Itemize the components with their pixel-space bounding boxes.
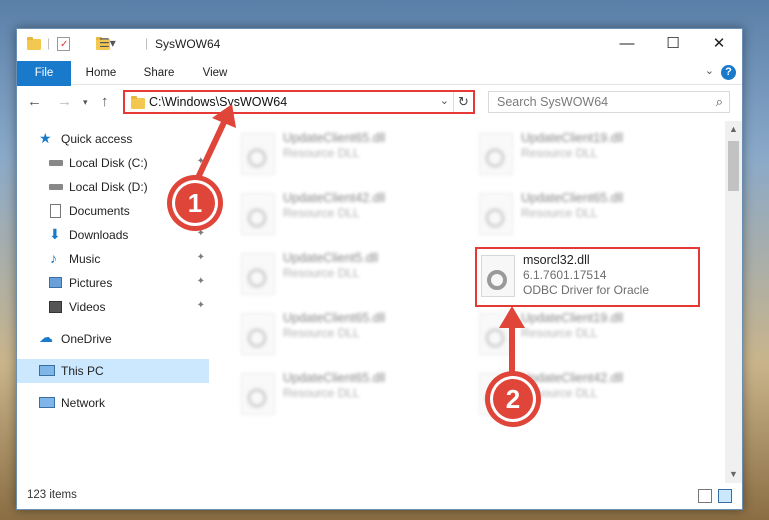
folder-icon — [27, 37, 41, 50]
file-item[interactable]: UpdateClient65.dll Resource DLL — [475, 187, 695, 243]
tab-home[interactable]: Home — [79, 61, 123, 85]
maximize-button[interactable]: ☐ — [650, 29, 696, 61]
dll-file-icon — [241, 193, 275, 235]
sidebar-item-onedrive[interactable]: ☁ OneDrive — [17, 327, 209, 351]
address-path: C:\Windows\SysWOW64 — [149, 95, 288, 109]
pin-icon[interactable]: ✦ — [197, 228, 205, 239]
ribbon-expand-icon[interactable]: ⌄ — [705, 64, 714, 77]
music-note-icon: ♪ — [50, 250, 57, 266]
help-icon[interactable]: ? — [721, 65, 736, 80]
dll-file-icon — [241, 373, 275, 415]
separator: | — [47, 36, 51, 50]
dll-file-icon — [479, 193, 513, 235]
film-icon — [49, 301, 62, 313]
search-icon[interactable]: ⌕ — [716, 94, 723, 110]
download-arrow-icon: ⬇ — [49, 226, 61, 242]
address-dropdown-icon[interactable]: ⌄ — [440, 94, 449, 107]
sidebar-item-downloads[interactable]: ⬇ Downloads ✦ — [17, 223, 209, 247]
title-bar: | ✓ ☰▾ | SysWOW64 — ☐ ✕ — [17, 29, 742, 61]
scroll-down-icon[interactable]: ▼ — [725, 466, 742, 483]
item-count: 123 items — [27, 489, 77, 501]
vertical-scrollbar[interactable]: ▲ ▼ — [725, 121, 742, 483]
tab-share[interactable]: Share — [135, 61, 183, 85]
forward-arrow-icon[interactable]: → — [57, 93, 72, 110]
window-title: SysWOW64 — [155, 37, 221, 51]
sidebar-item-this-pc[interactable]: This PC — [17, 359, 209, 383]
dll-file-icon — [241, 253, 275, 295]
sidebar-item-videos[interactable]: Videos ✦ — [17, 295, 209, 319]
pin-icon[interactable]: ✦ — [197, 156, 205, 167]
file-item[interactable]: UpdateClient65.dll Resource DLL — [237, 307, 457, 363]
navigation-bar: ← → ▾ ↑ C:\Windows\SysWOW64 ⌄ ↻ Search S… — [17, 86, 742, 118]
file-explorer-window: | ✓ ☰▾ | SysWOW64 — ☐ ✕ File Home Share … — [16, 28, 743, 510]
cloud-icon: ☁ — [39, 329, 53, 345]
up-arrow-icon[interactable]: ↑ — [101, 93, 109, 110]
file-item[interactable]: UpdateClient19.dll Resource DLL — [475, 127, 695, 183]
properties-icon[interactable]: ✓ — [57, 37, 70, 51]
dll-file-icon — [479, 313, 513, 355]
separator: | — [145, 36, 149, 50]
file-item[interactable]: UpdateClient65.dll Resource DLL — [237, 367, 457, 423]
dll-file-icon — [241, 313, 275, 355]
highlight-box — [475, 247, 700, 307]
pin-icon[interactable]: ✦ — [197, 276, 205, 287]
dll-file-icon — [241, 133, 275, 175]
drive-icon — [49, 160, 63, 166]
drive-icon — [49, 184, 63, 190]
scroll-thumb[interactable] — [728, 141, 739, 191]
file-item[interactable]: UpdateClient19.dll Resource DLL — [475, 307, 695, 363]
refresh-icon[interactable]: ↻ — [453, 92, 473, 112]
pin-icon[interactable]: ✦ — [197, 300, 205, 311]
navigation-pane: ★ Quick access Local Disk (C:) ✦ Local D… — [17, 121, 209, 483]
file-list: UpdateClient65.dll Resource DLL UpdateCl… — [217, 121, 725, 483]
sidebar-item-music[interactable]: ♪ Music ✦ — [17, 247, 209, 271]
sidebar-item-quick-access[interactable]: ★ Quick access — [17, 127, 209, 151]
network-icon — [39, 397, 55, 408]
document-icon — [50, 204, 61, 218]
scroll-up-icon[interactable]: ▲ — [725, 121, 742, 138]
customize-toolbar-icon[interactable]: ☰▾ — [99, 36, 116, 54]
picture-icon — [49, 277, 62, 288]
minimize-button[interactable]: — — [604, 29, 650, 61]
status-bar: 123 items — [17, 485, 742, 509]
address-bar[interactable]: C:\Windows\SysWOW64 ⌄ ↻ — [123, 90, 475, 114]
back-arrow-icon[interactable]: ← — [27, 93, 42, 110]
file-item[interactable]: UpdateClient65.dll Resource DLL — [237, 127, 457, 183]
search-placeholder: Search SysWOW64 — [497, 95, 609, 109]
sidebar-item-local-disk-c[interactable]: Local Disk (C:) ✦ — [17, 151, 209, 175]
sidebar-item-network[interactable]: Network — [17, 391, 209, 415]
folder-icon — [131, 96, 145, 109]
large-icons-view-icon[interactable] — [718, 489, 732, 503]
dll-file-icon — [479, 133, 513, 175]
step-1-marker: 1 — [172, 180, 218, 226]
details-view-icon[interactable] — [698, 489, 712, 503]
pin-icon[interactable]: ✦ — [197, 252, 205, 263]
recent-locations-icon[interactable]: ▾ — [83, 97, 88, 108]
sidebar-item-pictures[interactable]: Pictures ✦ — [17, 271, 209, 295]
star-icon: ★ — [39, 130, 52, 146]
file-item[interactable]: UpdateClient42.dll Resource DLL — [237, 187, 457, 243]
tab-view[interactable]: View — [193, 61, 237, 85]
search-input[interactable]: Search SysWOW64 ⌕ — [488, 91, 730, 113]
ribbon: File Home Share View ⌄ ? — [17, 61, 742, 117]
close-button[interactable]: ✕ — [696, 29, 742, 61]
computer-icon — [39, 365, 55, 376]
step-2-marker: 2 — [490, 376, 536, 422]
file-item[interactable]: UpdateClient5.dll Resource DLL — [237, 247, 457, 303]
